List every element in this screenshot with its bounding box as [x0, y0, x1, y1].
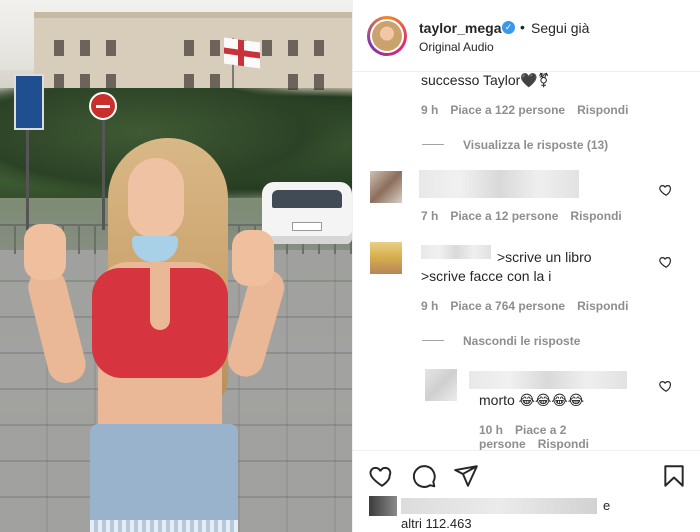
reply-button[interactable]: Rispondi — [538, 437, 589, 450]
comment-meta: 7 h Piace a 12 persone Rispondi — [421, 209, 634, 223]
comment-likes[interactable]: Piace a 764 persone — [450, 299, 565, 313]
comment-time: 7 h — [421, 209, 439, 223]
blurred-comment — [469, 371, 627, 389]
heart-icon[interactable] — [659, 183, 673, 197]
comment-text: successo Taylor🖤⚧ — [421, 72, 550, 88]
comment-text: >scrive facce con la i — [421, 268, 552, 284]
action-bar — [353, 450, 700, 496]
heart-icon[interactable] — [659, 255, 673, 269]
comments-list[interactable]: successo Taylor🖤⚧ 9 h Piace a 122 persone… — [353, 72, 700, 450]
comment-text: >scrive un libro — [497, 249, 592, 265]
comment-time: 9 h — [421, 299, 439, 313]
comment-time: 9 h — [421, 103, 439, 117]
username-link[interactable]: taylor_mega — [419, 20, 501, 36]
divider-line — [422, 144, 444, 145]
separator-dot: • — [520, 19, 525, 35]
post-media[interactable] — [0, 0, 352, 532]
reply-button[interactable]: Rispondi — [570, 209, 621, 223]
person-face — [128, 158, 184, 238]
avatar[interactable] — [367, 16, 407, 56]
likes-count-link[interactable]: altri 112.463 — [401, 516, 472, 531]
white-car — [262, 182, 352, 244]
blurred-username — [421, 245, 491, 259]
reply-button[interactable]: Rispondi — [577, 103, 628, 117]
pedestrian-sign — [14, 74, 44, 130]
avatar[interactable] — [425, 369, 457, 401]
comment-meta: 10 h Piace a 2 persone Rispondi — [479, 423, 669, 450]
paper-plane-icon[interactable] — [453, 463, 479, 489]
comment-text: morto 😂😂😂😂 — [479, 392, 585, 408]
sign-pole — [102, 120, 105, 230]
verified-badge-icon: ✓ — [502, 21, 515, 34]
comment-meta: 9 h Piace a 764 persone Rispondi — [421, 299, 640, 313]
comment-likes[interactable]: Piace a 12 persone — [450, 209, 558, 223]
likes-summary: e altri 112.463 — [353, 494, 700, 532]
post-header: taylor_mega ✓ • Segui già Original Audio — [353, 0, 700, 72]
hide-replies-button[interactable]: Nascondi le risposte — [463, 334, 580, 348]
likes-conjunction: e — [603, 498, 611, 513]
flag — [224, 37, 260, 69]
avatar[interactable] — [370, 242, 402, 274]
no-entry-sign — [89, 92, 117, 120]
divider-line — [422, 340, 444, 341]
view-replies-button[interactable]: Visualizza le risposte (13) — [463, 138, 608, 152]
heart-icon[interactable] — [659, 379, 673, 393]
sign-pole — [26, 130, 29, 230]
avatar[interactable] — [370, 171, 402, 203]
comment-time: 10 h — [479, 423, 504, 437]
peace-sign-hand — [232, 230, 274, 286]
comment-meta: 9 h Piace a 122 persone Rispondi — [421, 103, 640, 117]
avatar[interactable] — [369, 496, 397, 516]
heart-icon[interactable] — [369, 463, 395, 489]
reply-button[interactable]: Rispondi — [577, 299, 628, 313]
following-button[interactable]: Segui già — [531, 20, 589, 36]
blurred-comment — [419, 170, 579, 198]
peace-sign-hand — [24, 224, 66, 280]
red-top — [92, 268, 228, 378]
denim-shorts — [90, 424, 238, 532]
post-side-panel: taylor_mega ✓ • Segui già Original Audio… — [352, 0, 700, 532]
comment-icon[interactable] — [411, 463, 437, 489]
bookmark-icon[interactable] — [661, 463, 687, 489]
comment-likes[interactable]: Piace a 122 persone — [450, 103, 565, 117]
original-audio-link[interactable]: Original Audio — [419, 40, 494, 54]
blurred-liker-names — [401, 498, 597, 514]
